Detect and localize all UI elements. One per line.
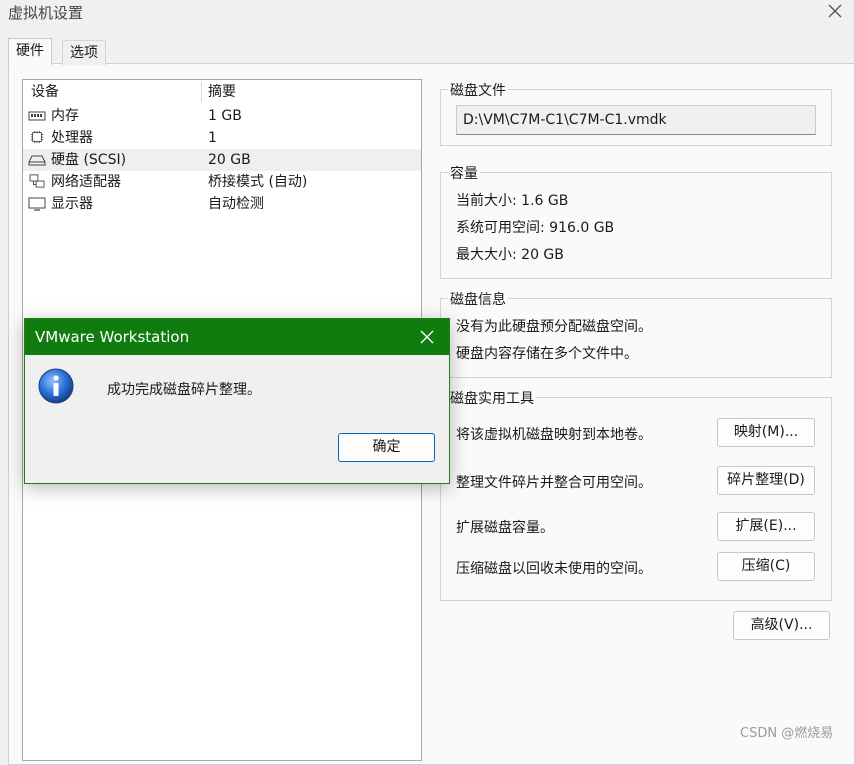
column-separator[interactable]	[201, 82, 202, 102]
disk-info-line2: 硬盘内容存储在多个文件中。	[456, 346, 638, 362]
disk-info-label: 磁盘信息	[448, 289, 508, 309]
device-row-memory[interactable]: 内存 1 GB	[23, 105, 421, 127]
column-header-summary[interactable]: 摘要	[208, 80, 236, 104]
device-summary: 20 GB	[208, 152, 251, 168]
device-row-display[interactable]: 显示器 自动检测	[23, 193, 421, 215]
tab-hardware[interactable]: 硬件	[8, 38, 52, 65]
memory-icon	[28, 111, 46, 121]
ok-button[interactable]: 确定	[338, 433, 435, 462]
watermark-text: CSDN @燃烧易	[740, 726, 834, 741]
device-row-processor[interactable]: 处理器 1	[23, 127, 421, 149]
dialog-title-bar[interactable]: VMware Workstation	[25, 319, 449, 355]
device-list-header: 设备 摘要	[23, 80, 421, 104]
column-header-device[interactable]: 设备	[31, 80, 59, 104]
device-summary: 桥接模式 (自动)	[208, 174, 308, 190]
device-summary: 1	[208, 130, 217, 146]
defragment-description: 整理文件碎片并整合可用空间。	[456, 475, 652, 491]
display-icon	[28, 197, 46, 211]
compact-button[interactable]: 压缩(C)	[717, 552, 815, 581]
device-name: 显示器	[51, 196, 93, 212]
device-name: 网络适配器	[51, 174, 121, 190]
device-row-hard-disk[interactable]: 硬盘 (SCSI) 20 GB	[23, 149, 421, 171]
device-row-network-adapter[interactable]: 网络适配器 桥接模式 (自动)	[23, 171, 421, 193]
dialog-close-icon[interactable]	[419, 329, 435, 345]
disk-info-group	[440, 298, 832, 378]
network-adapter-icon	[29, 174, 45, 188]
advanced-button[interactable]: 高级(V)...	[733, 611, 830, 640]
map-button[interactable]: 映射(M)...	[717, 418, 815, 447]
disk-file-path-field[interactable]: D:\VM\C7M-C1\C7M-C1.vmdk	[456, 105, 816, 135]
dialog-message: 成功完成磁盘碎片整理。	[107, 382, 261, 398]
expand-button[interactable]: 扩展(E)...	[717, 512, 815, 541]
device-summary: 自动检测	[208, 196, 264, 212]
max-size-text: 最大大小: 20 GB	[456, 247, 564, 263]
compact-description: 压缩磁盘以回收未使用的空间。	[456, 561, 652, 577]
current-size-text: 当前大小: 1.6 GB	[456, 193, 569, 209]
tab-options[interactable]: 选项	[62, 40, 106, 65]
device-name: 内存	[51, 108, 79, 124]
processor-icon	[30, 130, 44, 144]
device-name: 硬盘 (SCSI)	[51, 152, 127, 168]
map-description: 将该虚拟机磁盘映射到本地卷。	[456, 427, 652, 443]
device-name: 处理器	[51, 130, 93, 146]
dialog-title: VMware Workstation	[35, 328, 190, 346]
hard-disk-icon	[28, 155, 46, 166]
disk-info-line1: 没有为此硬盘预分配磁盘空间。	[456, 319, 652, 335]
capacity-label: 容量	[448, 163, 480, 183]
device-summary: 1 GB	[208, 108, 242, 124]
defragment-button[interactable]: 碎片整理(D)	[717, 466, 815, 495]
disk-file-label: 磁盘文件	[448, 80, 508, 100]
available-space-text: 系统可用空间: 916.0 GB	[456, 220, 615, 236]
info-icon	[38, 368, 74, 404]
expand-description: 扩展磁盘容量。	[456, 520, 554, 536]
message-dialog: VMware Workstation 成功完成磁盘碎片整理。 确定	[24, 318, 450, 484]
close-icon[interactable]	[826, 2, 844, 20]
disk-utilities-label: 磁盘实用工具	[448, 388, 536, 408]
window-title: 虚拟机设置	[8, 4, 84, 22]
